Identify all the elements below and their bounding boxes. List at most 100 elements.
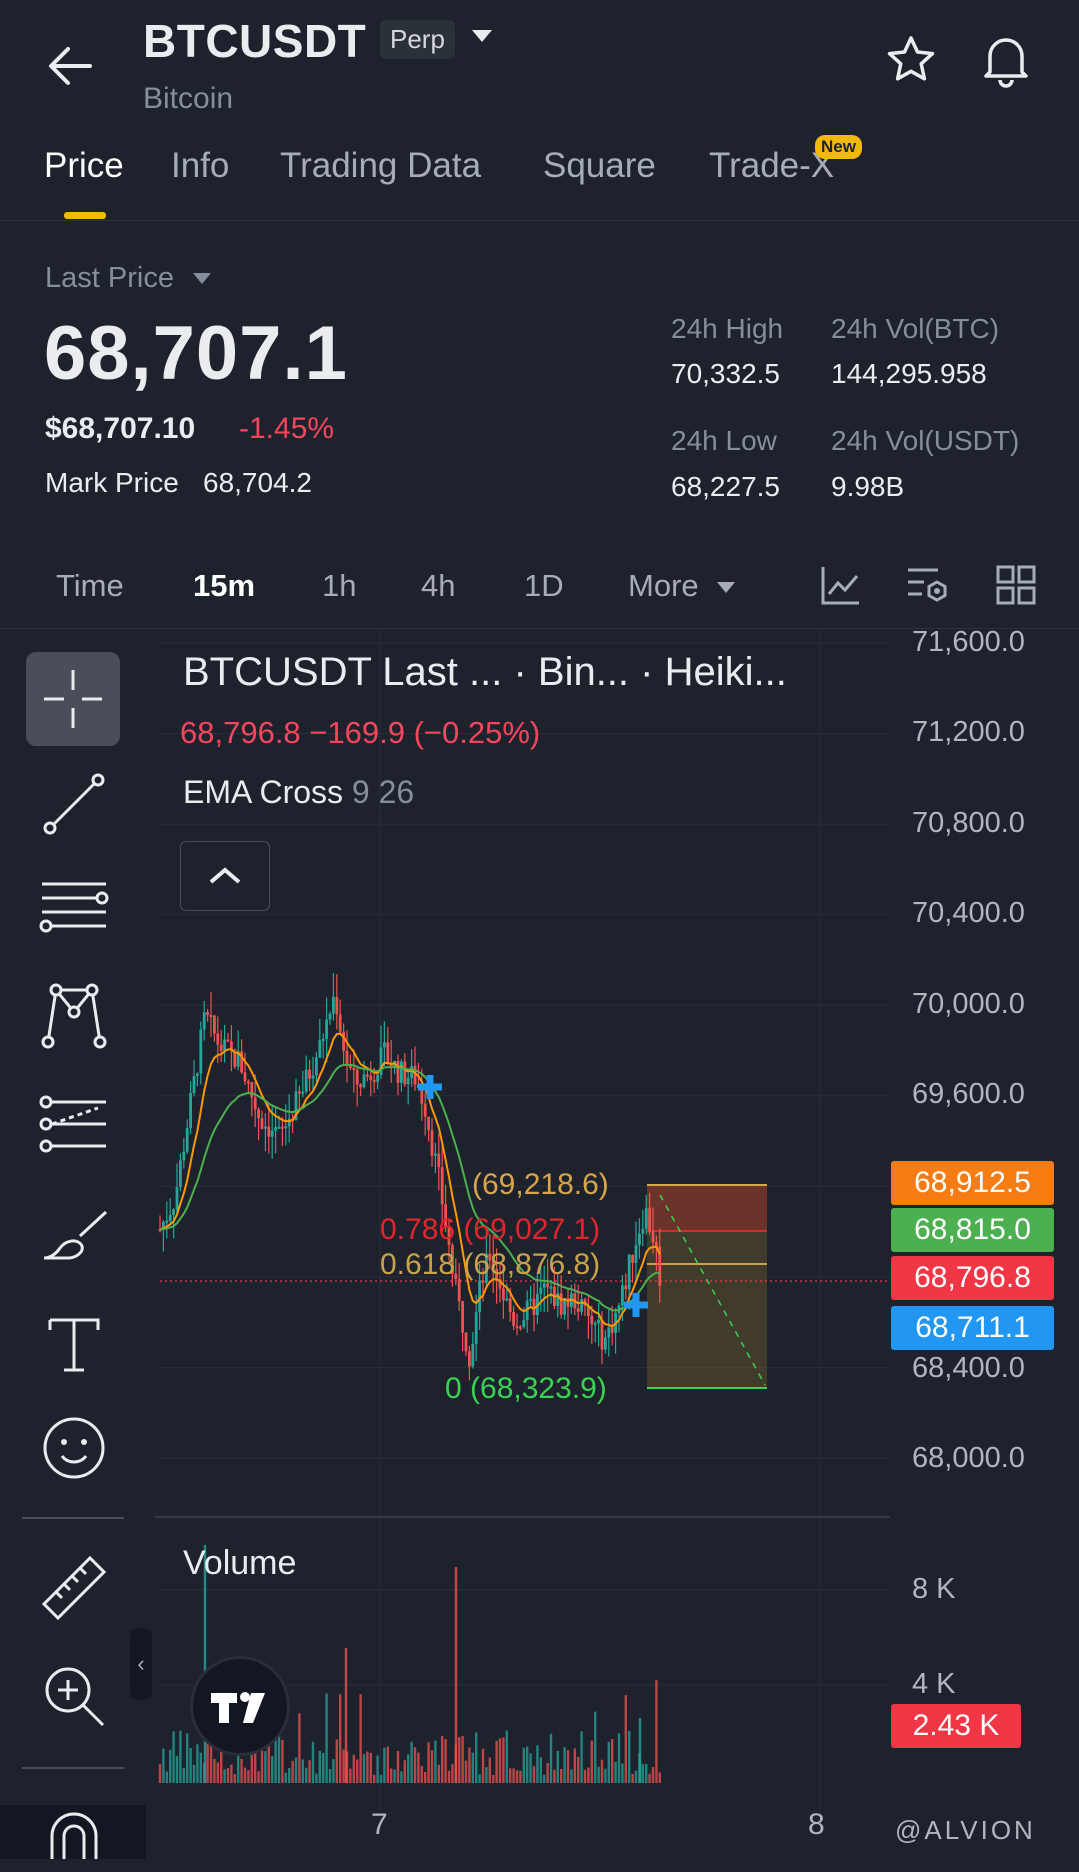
caret-down-icon[interactable] [192,272,212,290]
back-arrow-icon[interactable] [44,40,96,92]
fib-tool-icon[interactable] [38,1088,110,1160]
candle-body [301,1091,305,1094]
candle-body [352,1067,356,1070]
vol-usdt-label: 24h Vol(USDT) [831,425,1020,456]
tradingview-logo [190,1656,290,1756]
volume-bar [570,1769,573,1783]
tab-info[interactable]: Info [171,146,229,186]
volume-bar [573,1748,576,1783]
volume-bar [192,1764,196,1783]
chart-settings-icon[interactable] [906,564,950,606]
candle-body [519,1326,522,1329]
volume-bar [522,1747,525,1783]
chart-legend-title[interactable]: BTCUSDT Last ... · Bin... · Heiki... [183,650,787,695]
toolbar-divider [22,1767,124,1769]
candle-body [651,1231,655,1243]
volume-bar [342,1749,345,1783]
indicator-icon[interactable] [820,564,862,606]
volume-axis-label: 8 K [912,1573,956,1605]
layout-grid-icon[interactable] [995,564,1037,606]
legend-collapse-button[interactable] [180,841,270,911]
volume-bar [648,1773,651,1783]
volume-bar [169,1749,172,1783]
collapse-toolbar-tab[interactable]: ‹ [130,1628,152,1700]
star-icon[interactable] [885,34,937,86]
volume-bar [515,1770,519,1783]
volume-bar [226,1768,230,1783]
trend-line-icon[interactable] [38,768,110,840]
interval-more[interactable]: More [628,568,699,604]
fib-label-top: (69,218.6) [472,1168,609,1201]
symbol-subtitle: Bitcoin [143,82,234,115]
bell-icon[interactable] [980,32,1032,88]
candle-body [427,1116,430,1131]
candle-body [332,997,335,1014]
volume-bar [549,1733,553,1783]
candle-body [512,1312,515,1326]
volume-bar [390,1768,393,1783]
caret-down-icon[interactable] [716,581,736,599]
magnet-icon[interactable] [38,1800,110,1872]
candle-body [267,1126,271,1137]
candle-body [192,1075,196,1094]
horizontal-lines-icon[interactable] [38,872,110,944]
candle-body [226,1039,230,1042]
candle-body [175,1187,179,1210]
volume-bar [464,1760,468,1783]
volume-bar [386,1746,389,1783]
candle-body [253,1097,257,1110]
candle-body [172,1209,175,1215]
interval-15m[interactable]: 15m [193,568,255,604]
last-price-label[interactable]: Last Price [45,262,174,295]
symbol-title[interactable]: BTCUSDT [143,14,366,68]
time-axis-label: 7 [371,1808,388,1841]
interval-1d[interactable]: 1D [524,568,564,604]
candle-body [396,1060,400,1083]
volume-bar [349,1768,352,1783]
vol-btc-label: 24h Vol(BTC) [831,313,1000,344]
volume-bar [376,1755,379,1783]
volume-bar [509,1768,512,1783]
candle-body [185,1128,189,1152]
volume-bar [468,1747,471,1783]
volume-bar [536,1745,539,1783]
candle-body [328,1013,332,1020]
tab-square[interactable]: Square [543,146,656,186]
volume-bar [519,1770,522,1783]
tab-trading-data[interactable]: Trading Data [280,146,481,186]
crosshair-tool[interactable] [26,652,120,746]
volume-bar [305,1767,308,1783]
interval-time[interactable]: Time [56,568,124,604]
ema-legend[interactable]: EMA Cross 9 26 [183,774,414,811]
interval-1h[interactable]: 1h [322,568,356,604]
text-tool-icon[interactable] [38,1308,110,1380]
candle-body [648,1208,651,1232]
volume-bar [587,1767,590,1783]
candle-body [406,1077,410,1085]
candle-body [165,1220,169,1223]
candle-body [634,1245,638,1263]
candle-body [199,1029,203,1074]
volume-bar [393,1769,396,1783]
volume-bar [410,1741,413,1783]
caret-down-icon[interactable] [470,28,494,49]
low-24h-value: 68,227.5 [671,471,780,502]
candle-body [546,1283,549,1288]
volume-bar [529,1753,532,1783]
emoji-icon[interactable] [38,1412,110,1484]
interval-4h[interactable]: 4h [421,568,455,604]
volume-bar [543,1774,546,1783]
volume-bar [182,1768,185,1783]
pattern-icon[interactable] [38,980,110,1052]
ruler-icon[interactable] [38,1552,110,1624]
candle-body [247,1081,250,1084]
candle-body [400,1061,403,1083]
volume-bar [179,1730,182,1783]
tab-price[interactable]: Price [44,146,124,186]
candle-body [423,1103,427,1117]
volume-bar [199,1752,202,1783]
zoom-in-icon[interactable] [38,1660,110,1732]
price-tag-last: 68,796.8 [891,1256,1054,1300]
brush-icon[interactable] [38,1200,110,1272]
volume-bar [298,1713,301,1783]
